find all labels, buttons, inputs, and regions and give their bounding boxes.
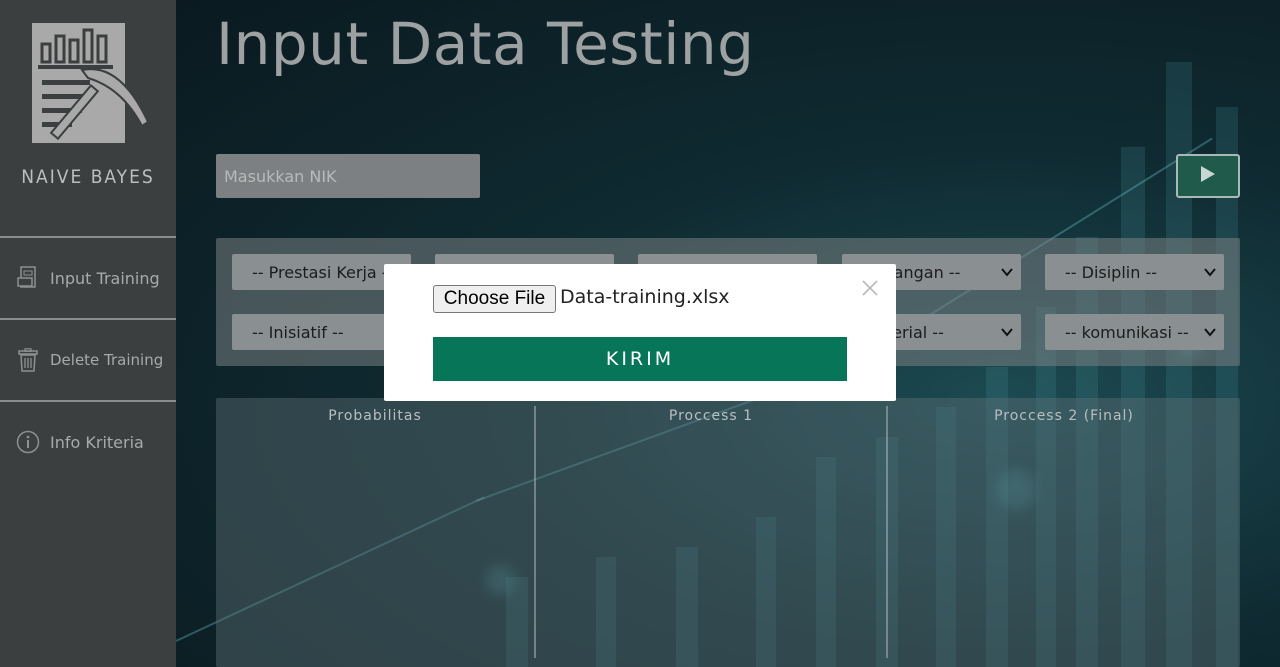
submit-button[interactable]: KIRIM [433,337,847,381]
close-icon[interactable] [860,278,880,298]
selected-file-name: Data-training.xlsx [560,286,730,308]
upload-modal: Choose File Data-training.xlsx KIRIM [384,264,896,401]
choose-file-button[interactable]: Choose File [433,285,556,313]
modal-overlay: Choose File Data-training.xlsx KIRIM [0,0,1280,667]
